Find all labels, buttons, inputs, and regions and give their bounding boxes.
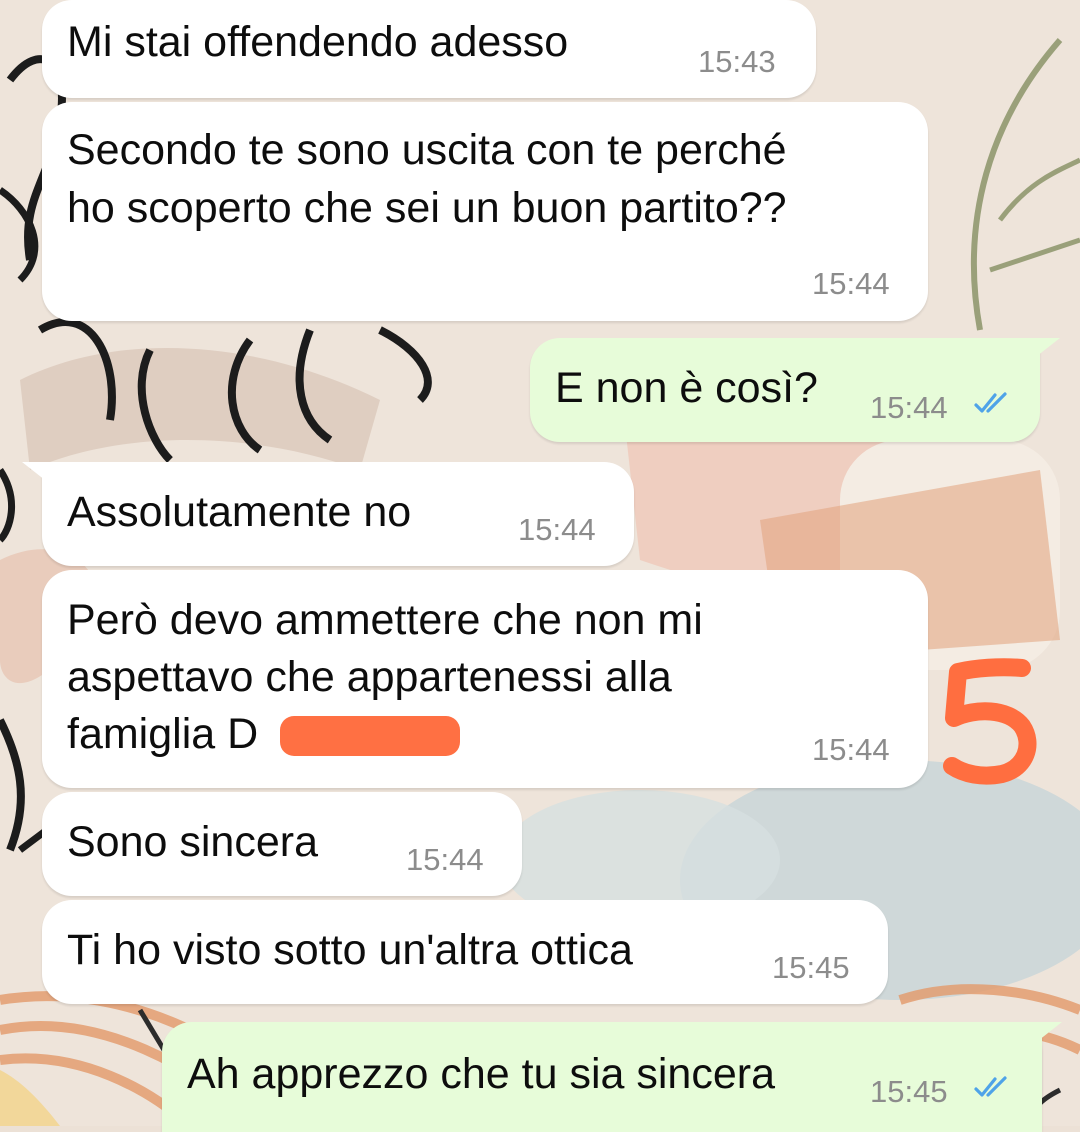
message-time: 15:43 [698, 44, 776, 79]
message-time: 15:44 [518, 512, 596, 547]
double-check-read-icon [974, 1076, 1007, 1097]
message-time: 15:44 [406, 842, 484, 877]
redaction-mark [280, 716, 460, 756]
handwritten-number-five-icon [943, 658, 1037, 785]
incoming-message[interactable]: Sono sincera 15:44 [42, 792, 522, 896]
message-text-line: ho scoperto che sei un buon partito?? [67, 184, 787, 232]
message-text-line: famiglia D [67, 710, 259, 758]
message-text: Sono sincera [67, 818, 318, 866]
message-text: Ah apprezzo che tu sia sincera [187, 1050, 775, 1098]
message-text: Mi stai offendendo adesso [67, 18, 569, 66]
incoming-message[interactable]: Però devo ammettere che non mi aspettavo… [42, 570, 928, 788]
double-check-read-icon [974, 392, 1007, 413]
incoming-message[interactable]: Ti ho visto sotto un'altra ottica 15:45 [42, 900, 888, 1004]
outgoing-bubble-tail [1032, 1022, 1062, 1044]
message-time: 15:44 [812, 732, 890, 767]
message-time: 15:44 [812, 266, 890, 301]
incoming-message[interactable]: Mi stai offendendo adesso 15:43 [42, 0, 816, 98]
incoming-bubble-tail [22, 462, 52, 484]
message-time: 15:45 [772, 950, 850, 985]
outgoing-bubble-tail [1030, 338, 1060, 360]
message-time: 15:45 [870, 1074, 948, 1109]
message-text: Ti ho visto sotto un'altra ottica [67, 926, 633, 974]
message-text-line: Secondo te sono uscita con te perché [67, 126, 787, 174]
outgoing-message[interactable]: E non è così? 15:44 [530, 338, 1040, 442]
outgoing-message[interactable]: Ah apprezzo che tu sia sincera 15:45 [162, 1022, 1042, 1132]
incoming-message[interactable]: Secondo te sono uscita con te perché ho … [42, 102, 928, 321]
message-text: E non è così? [555, 364, 818, 412]
message-text: Assolutamente no [67, 488, 412, 536]
message-time: 15:44 [870, 390, 948, 425]
message-text-line: Però devo ammettere che non mi [67, 596, 703, 644]
incoming-message[interactable]: Assolutamente no 15:44 [42, 462, 634, 566]
message-text-line: aspettavo che appartenessi alla [67, 653, 672, 701]
